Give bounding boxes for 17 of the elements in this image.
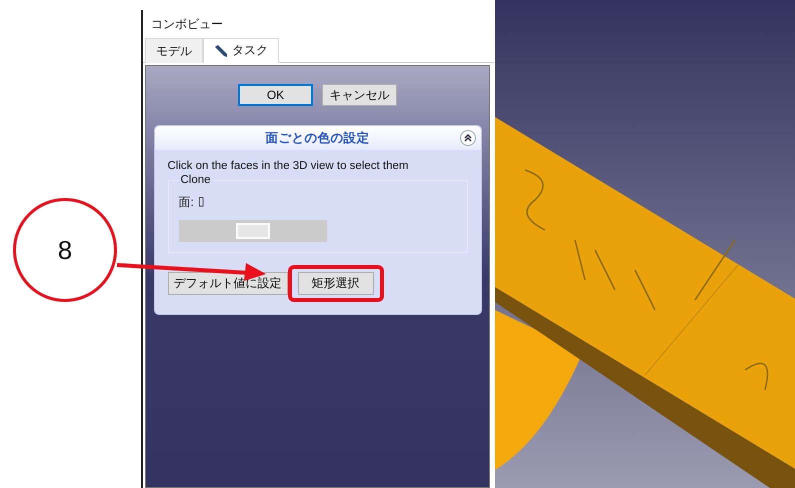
- tab[interactable]: モデル: [145, 38, 203, 63]
- callout-number: 8: [13, 198, 117, 302]
- group-title: Clone: [180, 174, 212, 186]
- face-value: ▯: [198, 194, 204, 210]
- pencil-icon: [214, 44, 228, 56]
- task-button[interactable]: デフォルト値に設定: [168, 272, 288, 295]
- panel-title: コンボビュー: [150, 16, 224, 32]
- dialog-button[interactable]: OK: [238, 84, 313, 106]
- task-box-title: 面ごとの色の設定: [266, 130, 370, 146]
- collapse-icon[interactable]: [460, 130, 476, 146]
- dialog-button[interactable]: キャンセル: [322, 84, 397, 106]
- face-label: 面:: [178, 194, 194, 211]
- task-button[interactable]: 矩形選択: [298, 272, 374, 295]
- tab[interactable]: タスク: [203, 38, 279, 63]
- color-button[interactable]: [178, 220, 326, 242]
- swatch-icon: [236, 223, 270, 239]
- instruction-text: Click on the faces in the 3D view to select them: [168, 160, 410, 172]
